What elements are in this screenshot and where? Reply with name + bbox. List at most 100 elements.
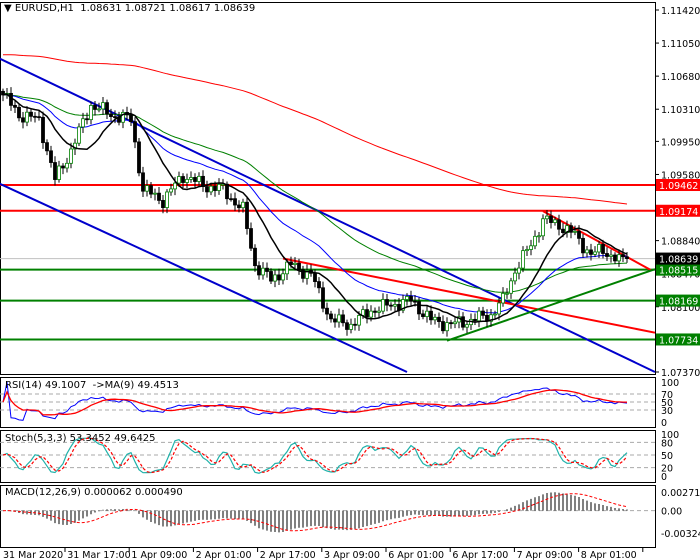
- candle-body: [217, 183, 221, 191]
- price-label-1.08639: 1.08639: [659, 255, 698, 266]
- candle-body: [137, 141, 141, 174]
- candle-body: [417, 301, 421, 315]
- candle-body: [437, 316, 441, 322]
- candle-body: [601, 244, 605, 254]
- candle-body: [97, 108, 101, 111]
- rsi-tick-label: 30: [661, 406, 673, 417]
- candle-body: [273, 274, 277, 282]
- candle-body: [337, 314, 341, 323]
- candle-body: [533, 235, 537, 247]
- price-tick-label: 1.08840: [661, 237, 700, 248]
- candle-body: [589, 249, 593, 255]
- candle-body: [369, 310, 373, 318]
- candle-body: [21, 117, 25, 123]
- candle-body: [17, 106, 21, 119]
- candle-body: [497, 302, 501, 315]
- candle-body: [621, 254, 625, 258]
- candle-body: [605, 253, 609, 257]
- candle-body: [381, 299, 385, 312]
- candle-body: [425, 310, 429, 317]
- candle-body: [281, 273, 285, 281]
- ma-red: [3, 54, 628, 205]
- candle-body: [29, 111, 33, 117]
- candle-body: [625, 256, 629, 259]
- candle-body: [597, 244, 601, 253]
- candle-body: [409, 296, 413, 302]
- candle-body: [557, 219, 561, 230]
- candle-body: [153, 192, 157, 195]
- candle-body: [341, 314, 345, 324]
- macd-tick-label: 0.00: [661, 507, 682, 518]
- candle-body: [181, 176, 185, 183]
- price-label-1.09462: 1.09462: [659, 181, 698, 192]
- candle-body: [133, 121, 137, 143]
- time-label: 1 Apr 09:00: [131, 550, 187, 560]
- candle-body: [269, 271, 273, 282]
- candle-body: [513, 272, 517, 282]
- time-label: 31 Mar 17:00: [67, 550, 130, 560]
- trendline-channel-upper: [0, 57, 656, 373]
- candle-body: [241, 201, 245, 209]
- rsi-label: RSI(14) 49.1007 ->MA(9) 49.4513: [5, 380, 179, 391]
- candle-body: [389, 304, 393, 307]
- candle-body: [45, 142, 49, 152]
- candle-body: [249, 228, 253, 249]
- candle-body: [545, 215, 549, 220]
- candle-body: [165, 191, 169, 208]
- candle-body: [461, 316, 465, 328]
- candle-body: [449, 322, 453, 325]
- rsi-tick-label: 100: [661, 378, 679, 389]
- candle-body: [81, 118, 85, 128]
- candle-body: [505, 292, 509, 295]
- rsi-tick-label: 0: [661, 418, 667, 429]
- candle-body: [253, 247, 257, 267]
- ohlc-values: 1.08631 1.08721 1.08617 1.08639: [80, 3, 256, 14]
- candle-body: [41, 116, 45, 144]
- candle-body: [373, 310, 377, 313]
- chart-canvas[interactable]: 1.114201.110501.106801.103101.099501.095…: [0, 0, 700, 560]
- stoch-tick-label: 50: [661, 451, 673, 462]
- time-label: 2 Apr 17:00: [260, 550, 316, 560]
- candle-body: [413, 300, 417, 303]
- collapse-arrow-icon[interactable]: ▼: [4, 3, 12, 14]
- candle-body: [365, 309, 369, 318]
- candle-body: [421, 313, 425, 317]
- price-label-1.08169: 1.08169: [659, 297, 698, 308]
- candle-body: [613, 254, 617, 262]
- candle-body: [193, 177, 197, 182]
- candle-body: [473, 318, 477, 322]
- candle-body: [509, 280, 513, 294]
- candle-body: [549, 215, 553, 223]
- candle-body: [501, 292, 505, 304]
- candle-body: [229, 198, 233, 201]
- candle-body: [65, 162, 69, 169]
- candle-body: [577, 230, 581, 239]
- candle-body: [541, 218, 545, 237]
- candle-body: [321, 287, 325, 309]
- trading-chart-window: 1.11420 1.11050 1.10680 1.10310 1.09950 1.095…: [0, 0, 700, 560]
- time-label: 7 Apr 09:00: [517, 550, 573, 560]
- candle-body: [285, 261, 289, 275]
- candle-body: [265, 267, 269, 272]
- candle-body: [313, 272, 317, 282]
- candle-body: [173, 182, 177, 190]
- candle-body: [429, 310, 433, 321]
- stoch-tick-label: 0: [661, 472, 667, 483]
- candle-body: [145, 185, 149, 192]
- candle-body: [517, 267, 521, 274]
- main-panel-frame: [0, 2, 656, 375]
- price-tick-label: 1.11420: [661, 6, 700, 17]
- candle-body: [325, 307, 329, 315]
- candle-body: [553, 219, 557, 223]
- candle-body: [177, 176, 181, 184]
- candle-body: [25, 111, 29, 123]
- candle-body: [393, 304, 397, 307]
- candle-body: [105, 102, 109, 115]
- candle-body: [349, 323, 353, 330]
- candle-body: [493, 313, 497, 316]
- candle-body: [525, 249, 529, 252]
- candle-body: [529, 245, 533, 250]
- candle-body: [109, 113, 113, 117]
- candle-body: [585, 249, 589, 254]
- candle-body: [57, 165, 61, 180]
